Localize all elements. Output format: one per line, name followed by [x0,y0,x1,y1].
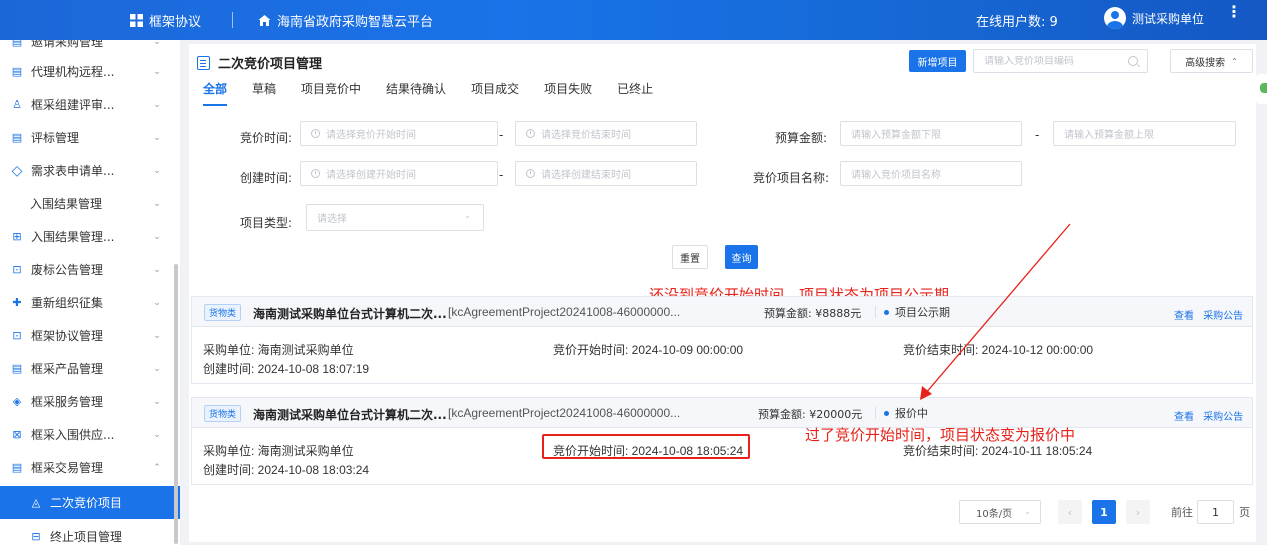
sidebar-item-void-notice[interactable]: ⊡ 废标公告管理 ⌄ [0,253,172,286]
divider [232,12,233,28]
grid-icon [130,14,143,27]
chevron-down-icon: ⌄ [153,198,161,209]
diamond-icon: ◇ [11,162,23,179]
more-icon[interactable]: ⋮ [1226,4,1242,20]
sidebar-item-shortlist-result[interactable]: 入围结果管理 ⌄ [0,187,172,220]
home-icon [258,15,271,26]
chevron-down-icon: ⌄ [153,264,161,275]
chevron-down-icon: ⌄ [153,363,161,374]
avatar [1104,7,1126,29]
doc-icon: ▤ [11,131,23,144]
doc-icon: ▤ [11,461,23,474]
sidebar-item-bid-evaluation[interactable]: ▤ 评标管理 ⌄ [0,121,172,154]
sidebar-item-shortlist-result-2[interactable]: ⊞ 入围结果管理... ⌄ [0,220,172,253]
sidebar-item-second-bidding[interactable]: ◬ 二次竞价项目 [0,486,180,519]
sidebar-item-service[interactable]: ◈ 框采服务管理 ⌄ [0,385,172,418]
cluster-icon: ✚ [12,296,22,309]
service-icon: ◈ [12,395,22,408]
chevron-down-icon: ⌄ [153,429,161,440]
platform-link[interactable]: 海南省政府采购智慧云平台 [258,11,433,30]
goto-prefix: 前往 [1171,506,1193,519]
sidebar-scrollbar[interactable] [174,264,178,544]
platform-name: 海南省政府采购智慧云平台 [277,15,434,30]
doc-icon: ▤ [11,362,23,375]
system-name: 框架协议 [149,15,202,30]
sidebar-item-reorganize[interactable]: ✚ 重新组织征集 ⌄ [0,286,172,319]
person-icon: ♙ [12,98,22,111]
sidebar-item-trade[interactable]: ▤ 框采交易管理 ⌃ [0,451,172,484]
chevron-down-icon: ⌄ [153,165,161,176]
sidebar-item-review-team[interactable]: ♙ 框采组建评审... ⌄ [0,88,172,121]
page-size-select[interactable]: 10条/页 ⌄ [959,500,1041,524]
grid-doc-icon: ⊞ [12,230,22,243]
chevron-down-icon: ⌄ [1024,507,1031,516]
system-switch[interactable]: 框架协议 [130,11,201,30]
board-icon: ⊡ [12,329,22,342]
chevron-down-icon: ⌄ [153,132,161,143]
sidebar-item-framework-agreement[interactable]: ⊡ 框架协议管理 ⌄ [0,319,172,352]
supplier-icon: ⊠ [12,428,22,441]
chevron-down-icon: ⌄ [153,297,161,308]
floating-side-tab[interactable] [1256,74,1267,104]
sidebar-item-agency-remote[interactable]: ▤ 代理机构远程... ⌄ [0,55,172,88]
online-users: 在线用户数: 9 [976,15,1058,30]
board-icon: ⊡ [12,263,22,276]
top-bar: 框架协议 海南省政府采购智慧云平台 在线用户数: 9 测试采购单位 ⋮ [0,0,1267,40]
chevron-up-icon: ⌃ [153,462,161,473]
chevron-down-icon: ⌄ [153,66,161,77]
page-1-button[interactable]: 1 [1092,500,1116,524]
user-menu[interactable]: 测试采购单位 [1104,7,1204,29]
sidebar-item-terminate-project[interactable]: ⊟ 终止项目管理 [0,520,172,545]
doc-icon: ▤ [11,40,23,48]
chevron-down-icon: ⌄ [153,99,161,110]
chevron-down-icon: ⌄ [153,330,161,341]
chevron-down-icon: ⌄ [153,396,161,407]
sidebar-item-product[interactable]: ▤ 框采产品管理 ⌄ [0,352,172,385]
sidebar-item-supplier[interactable]: ⊠ 框采入围供应... ⌄ [0,418,172,451]
sidebar-item-demand-form[interactable]: ◇ 需求表申请单... ⌄ [0,154,172,187]
gavel-icon: ◬ [31,496,41,509]
main-panel: 二次竞价项目管理 新增项目 高级搜索 ⌃ 全部 草稿 项目竞价中 结果待确认 项… [189,44,1256,542]
chevron-down-icon: ⌄ [153,40,161,47]
next-page-button[interactable]: › [1126,500,1150,524]
doc-icon: ▤ [11,65,23,78]
goto-suffix: 页 [1239,506,1250,519]
terminate-doc-icon: ⊟ [31,530,41,543]
goto-page-input[interactable] [1197,500,1234,524]
user-name: 测试采购单位 [1132,11,1205,26]
prev-page-button[interactable]: ‹ [1058,500,1082,524]
chevron-down-icon: ⌄ [153,231,161,242]
sidebar: ▤ 邀请采购管理 ⌄ ▤ 代理机构远程... ⌄ ♙ 框采组建评审... ⌄ ▤… [0,40,180,545]
annotation-arrow [920,223,1071,400]
